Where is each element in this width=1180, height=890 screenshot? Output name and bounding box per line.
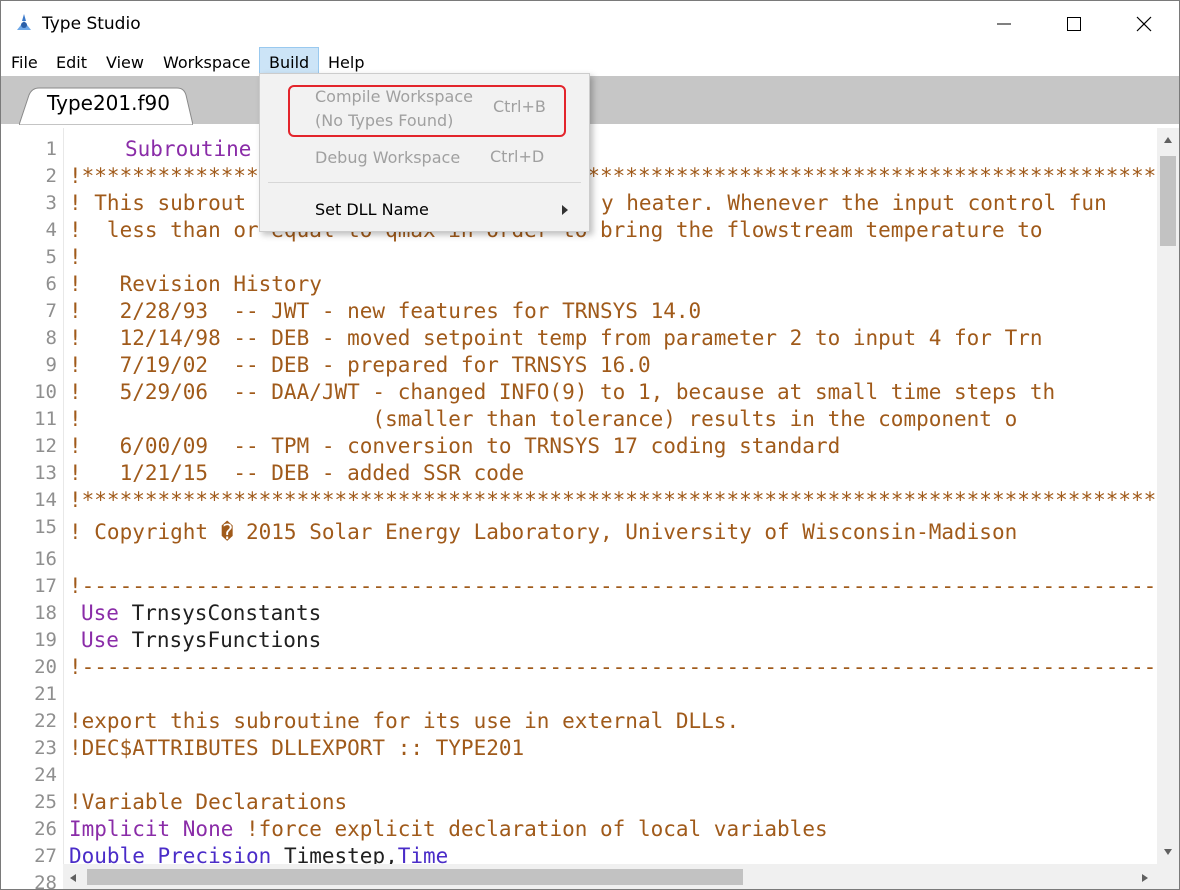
line-number: 5 — [45, 246, 57, 268]
line-number: 9 — [45, 354, 57, 376]
line-number: 4 — [45, 219, 57, 241]
code-editor[interactable]: 1 2 3 4 5 6 7 8 9 10 11 12 13 14 15 16 1… — [1, 128, 1179, 889]
code-line: ! 6/00/09 -- TPM - conversion to TRNSYS … — [69, 434, 841, 458]
app-logo-icon — [17, 14, 31, 30]
maximize-icon — [1067, 17, 1081, 31]
menu-separator — [268, 182, 581, 183]
scroll-left-arrow-icon[interactable] — [69, 873, 77, 883]
maximize-button[interactable] — [1039, 1, 1109, 47]
menu-file[interactable]: File — [2, 47, 47, 76]
submenu-arrow-icon — [562, 205, 568, 215]
window-title: Type Studio — [42, 14, 141, 34]
menu-view[interactable]: View — [97, 47, 153, 76]
code-line: !Variable Declarations — [69, 790, 348, 814]
tab-type201[interactable]: Type201.f90 — [19, 87, 193, 125]
line-number: 28 — [34, 872, 57, 890]
line-number: 2 — [45, 165, 57, 187]
code-line: Use TrnsysFunctions — [81, 627, 321, 654]
keyword-use: Use — [81, 601, 119, 625]
build-menu-dropdown: Compile Workspace (No Types Found) Ctrl+… — [259, 73, 590, 232]
code-line: Subroutine — [125, 137, 252, 161]
line-number: 24 — [34, 764, 57, 786]
debug-workspace-label: Debug Workspace — [315, 148, 461, 167]
line-number: 22 — [34, 710, 57, 732]
menu-bar: File Edit View Workspace Build Help — [1, 47, 1179, 76]
minimize-button[interactable] — [969, 1, 1039, 47]
keyword-implicit-none: Implicit None — [69, 817, 234, 841]
module-name: TrnsysFunctions — [118, 628, 322, 652]
code-line: ! This subrout — [69, 191, 247, 215]
vertical-scroll-thumb[interactable] — [1160, 156, 1176, 246]
highlight-annotation-box — [288, 85, 566, 137]
line-number: 8 — [45, 327, 57, 349]
code-line: ! 12/14/98 -- DEB - moved setpoint temp … — [69, 326, 1043, 350]
code-line: !***************************************… — [69, 164, 1157, 188]
line-number: 1 — [45, 138, 57, 160]
code-line: y heater. Whenever the input control fun — [601, 191, 1107, 215]
code-line: !DEC$ATTRIBUTES DLLEXPORT :: TYPE201 — [69, 736, 525, 760]
module-name: TrnsysConstants — [118, 601, 322, 625]
code-line: !---------------------------------------… — [69, 574, 1157, 598]
code-line: ! 1/21/15 -- DEB - added SSR code — [69, 461, 525, 485]
scroll-down-arrow-icon[interactable] — [1163, 848, 1173, 856]
line-number: 10 — [34, 381, 57, 403]
minimize-icon — [997, 23, 1011, 25]
code-line: ! 5/29/06 -- DAA/JWT - changed INFO(9) t… — [69, 380, 1056, 404]
line-number: 14 — [34, 489, 57, 511]
code-line: Implicit None !force explicit declaratio… — [69, 816, 828, 843]
line-number: 11 — [34, 408, 57, 430]
scroll-up-arrow-icon[interactable] — [1163, 136, 1173, 144]
gutter-divider — [63, 128, 64, 868]
menu-edit[interactable]: Edit — [47, 47, 96, 76]
line-number: 17 — [34, 575, 57, 597]
vertical-scrollbar[interactable] — [1157, 128, 1179, 864]
menu-build[interactable]: Build — [259, 47, 319, 76]
code-line: !export this subroutine for its use in e… — [69, 709, 740, 733]
menu-item-debug-workspace[interactable]: Debug Workspace Ctrl+D — [260, 144, 589, 172]
code-text-area[interactable]: Subroutine !****************************… — [69, 128, 1157, 868]
line-number: 3 — [45, 192, 57, 214]
menu-help[interactable]: Help — [319, 47, 373, 76]
title-bar: Type Studio — [1, 1, 1179, 47]
code-line: ! — [69, 245, 82, 269]
line-number: 12 — [34, 435, 57, 457]
line-number: 18 — [34, 602, 57, 624]
line-number: 21 — [34, 683, 57, 705]
close-icon — [1136, 16, 1152, 32]
horizontal-scroll-thumb[interactable] — [87, 869, 743, 885]
line-number: 25 — [34, 791, 57, 813]
menu-item-set-dll-name[interactable]: Set DLL Name — [260, 196, 589, 224]
line-number: 13 — [34, 462, 57, 484]
line-number: 27 — [34, 845, 57, 867]
set-dll-name-label: Set DLL Name — [315, 200, 429, 219]
scroll-right-arrow-icon[interactable] — [1141, 873, 1149, 883]
line-number: 6 — [45, 273, 57, 295]
code-line: ! (smaller than tolerance) results in th… — [69, 407, 1018, 431]
code-line: ! Revision History — [69, 272, 322, 296]
line-number-gutter: 1 2 3 4 5 6 7 8 9 10 11 12 13 14 15 16 1… — [1, 128, 63, 889]
menu-workspace[interactable]: Workspace — [154, 47, 259, 76]
code-line: ! 2/28/93 -- JWT - new features for TRNS… — [69, 299, 702, 323]
debug-shortcut: Ctrl+D — [490, 147, 545, 166]
line-number: 15 — [34, 516, 57, 538]
tab-label: Type201.f90 — [47, 91, 170, 115]
code-line: ! Copyright � 2015 Solar Energy Laborato… — [69, 520, 1018, 544]
line-number: 7 — [45, 300, 57, 322]
scrollbar-corner — [1157, 864, 1179, 889]
code-line: !***************************************… — [69, 488, 1157, 512]
line-number: 26 — [34, 818, 57, 840]
code-line: Use TrnsysConstants — [81, 600, 321, 627]
app-window: Type Studio File Edit View Workspace Bui… — [0, 0, 1180, 890]
close-button[interactable] — [1109, 1, 1179, 47]
code-line: ! 7/19/02 -- DEB - prepared for TRNSYS 1… — [69, 353, 651, 377]
tab-strip: Type201.f90 — [1, 76, 1179, 125]
code-line: !---------------------------------------… — [69, 655, 1157, 679]
line-number: 19 — [34, 629, 57, 651]
line-number: 16 — [34, 548, 57, 570]
line-number: 23 — [34, 737, 57, 759]
horizontal-scrollbar[interactable] — [63, 864, 1157, 889]
line-number: 20 — [34, 656, 57, 678]
keyword-use: Use — [81, 628, 119, 652]
inline-comment: !force explicit declaration of local var… — [233, 817, 828, 841]
